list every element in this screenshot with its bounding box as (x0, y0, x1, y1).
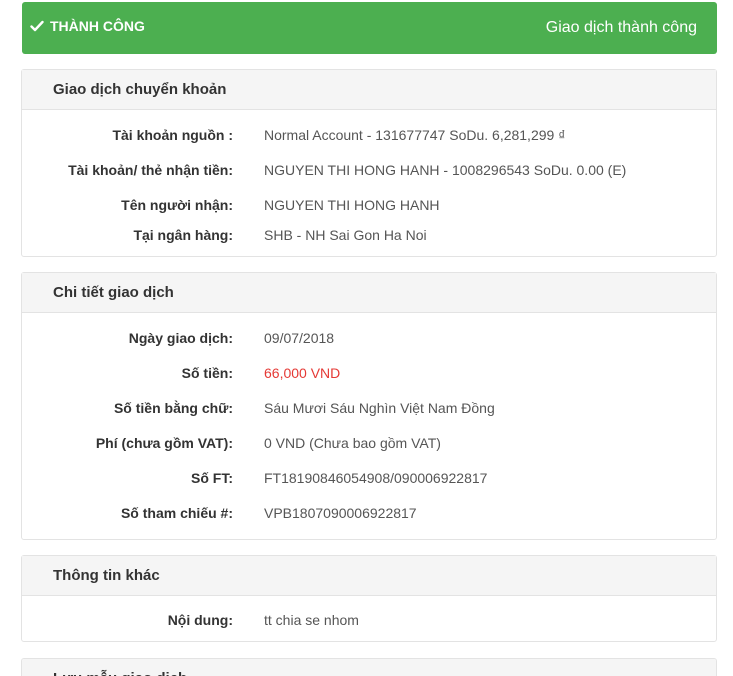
detail-row: Nội dung: tt chia se nhom (22, 612, 716, 632)
field-value: 0 VND (Chưa bao gồm VAT) (264, 435, 441, 451)
field-label: Tên người nhận: (121, 197, 233, 213)
transfer-panel-title: Giao dịch chuyển khoản (22, 70, 716, 110)
field-label: Số tham chiếu #: (120, 505, 233, 521)
field-value: tt chia se nhom (264, 612, 359, 628)
detail-row: Số tiền bằng chữ: Sáu Mươi Sáu Nghìn Việ… (22, 400, 716, 420)
other-info-panel-title: Thông tin khác (22, 556, 716, 596)
other-info-panel: Thông tin khác Nội dung: tt chia se nhom (21, 555, 717, 642)
field-label: Số tiền bằng chữ: (113, 400, 233, 416)
field-value: 09/07/2018 (264, 330, 335, 346)
detail-row: Số tham chiếu #: VPB1807090006922817 (22, 505, 716, 525)
field-value: VPB1807090006922817 (264, 505, 417, 521)
field-value: FT18190846054908/090006922817 (264, 470, 488, 486)
detail-row: Tên người nhận: NGUYEN THI HONG HANH (22, 197, 716, 217)
detail-row: Số FT: FT18190846054908/090006922817 (22, 470, 716, 490)
success-banner: THÀNH CÔNG Giao dịch thành công (22, 2, 717, 54)
field-value: NGUYEN THI HONG HANH (264, 197, 440, 213)
detail-row: Tài khoản nguồn : Normal Account - 13167… (22, 127, 716, 147)
field-label: Số FT: (191, 470, 233, 486)
field-label: Tài khoản nguồn : (112, 127, 233, 143)
check-icon (30, 20, 44, 32)
details-panel-title: Chi tiết giao dịch (22, 273, 716, 313)
field-value: Normal Account - 131677747 SoDu. 6,281,2… (264, 127, 566, 143)
field-label: Nội dung: (167, 612, 233, 628)
detail-row: Tại ngân hàng: SHB - NH Sai Gon Ha Noi (22, 227, 716, 247)
field-label: Số tiền: (181, 365, 233, 381)
field-value: SHB - NH Sai Gon Ha Noi (264, 227, 427, 243)
save-template-panel-title: Lưu mẫu giao dịch (22, 659, 716, 676)
amount-value: 66,000 VND (264, 365, 341, 381)
detail-row: Tài khoản/ thẻ nhận tiền: NGUYEN THI HON… (22, 162, 716, 182)
field-label: Phí (chưa gồm VAT): (95, 435, 233, 451)
detail-row: Phí (chưa gồm VAT): 0 VND (Chưa bao gồm … (22, 435, 716, 455)
details-panel: Chi tiết giao dịch Ngày giao dịch: 09/07… (21, 272, 717, 540)
field-label: Ngày giao dịch: (128, 330, 233, 346)
save-template-panel: Lưu mẫu giao dịch (21, 658, 717, 676)
transfer-panel: Giao dịch chuyển khoản Tài khoản nguồn :… (21, 69, 717, 257)
success-message: Giao dịch thành công (545, 19, 697, 36)
success-status: THÀNH CÔNG (30, 18, 145, 34)
field-value: Sáu Mươi Sáu Nghìn Việt Nam Đồng (264, 400, 495, 416)
field-value: NGUYEN THI HONG HANH - 1008296543 SoDu. … (264, 162, 627, 178)
detail-row: Số tiền: 66,000 VND (22, 365, 716, 385)
detail-row: Ngày giao dịch: 09/07/2018 (22, 330, 716, 350)
field-label: Tại ngân hàng: (133, 227, 233, 243)
field-label: Tài khoản/ thẻ nhận tiền: (68, 162, 233, 178)
success-label: THÀNH CÔNG (50, 18, 145, 34)
